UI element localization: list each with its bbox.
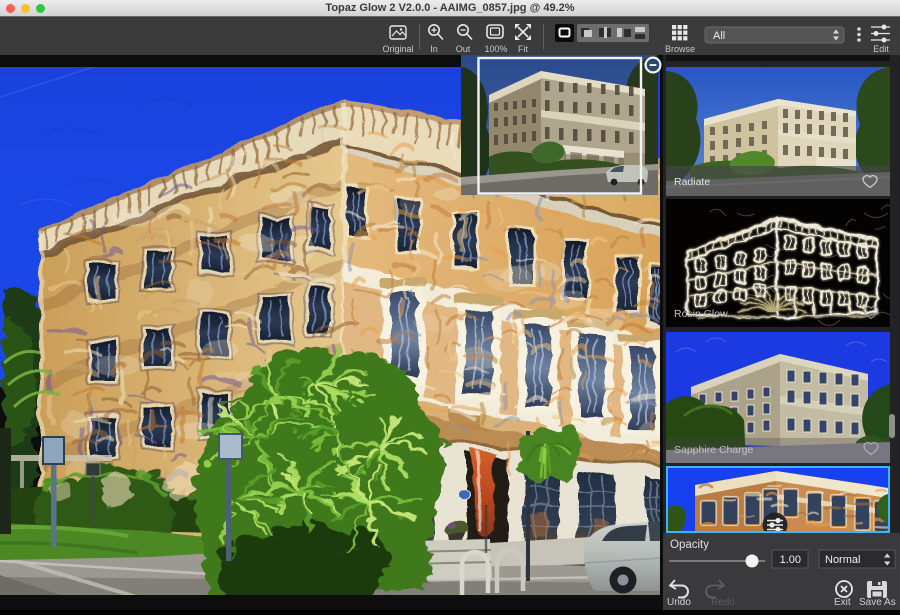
svg-text:1.00: 1.00 — [780, 554, 801, 566]
svg-text:All: All — [713, 30, 725, 42]
svg-text:Sapphire Charge: Sapphire Charge — [674, 444, 754, 456]
svg-text:Normal: Normal — [825, 554, 860, 566]
svg-text:Radiate: Radiate — [674, 176, 710, 188]
svg-text:Rosin Glow: Rosin Glow — [674, 308, 728, 320]
